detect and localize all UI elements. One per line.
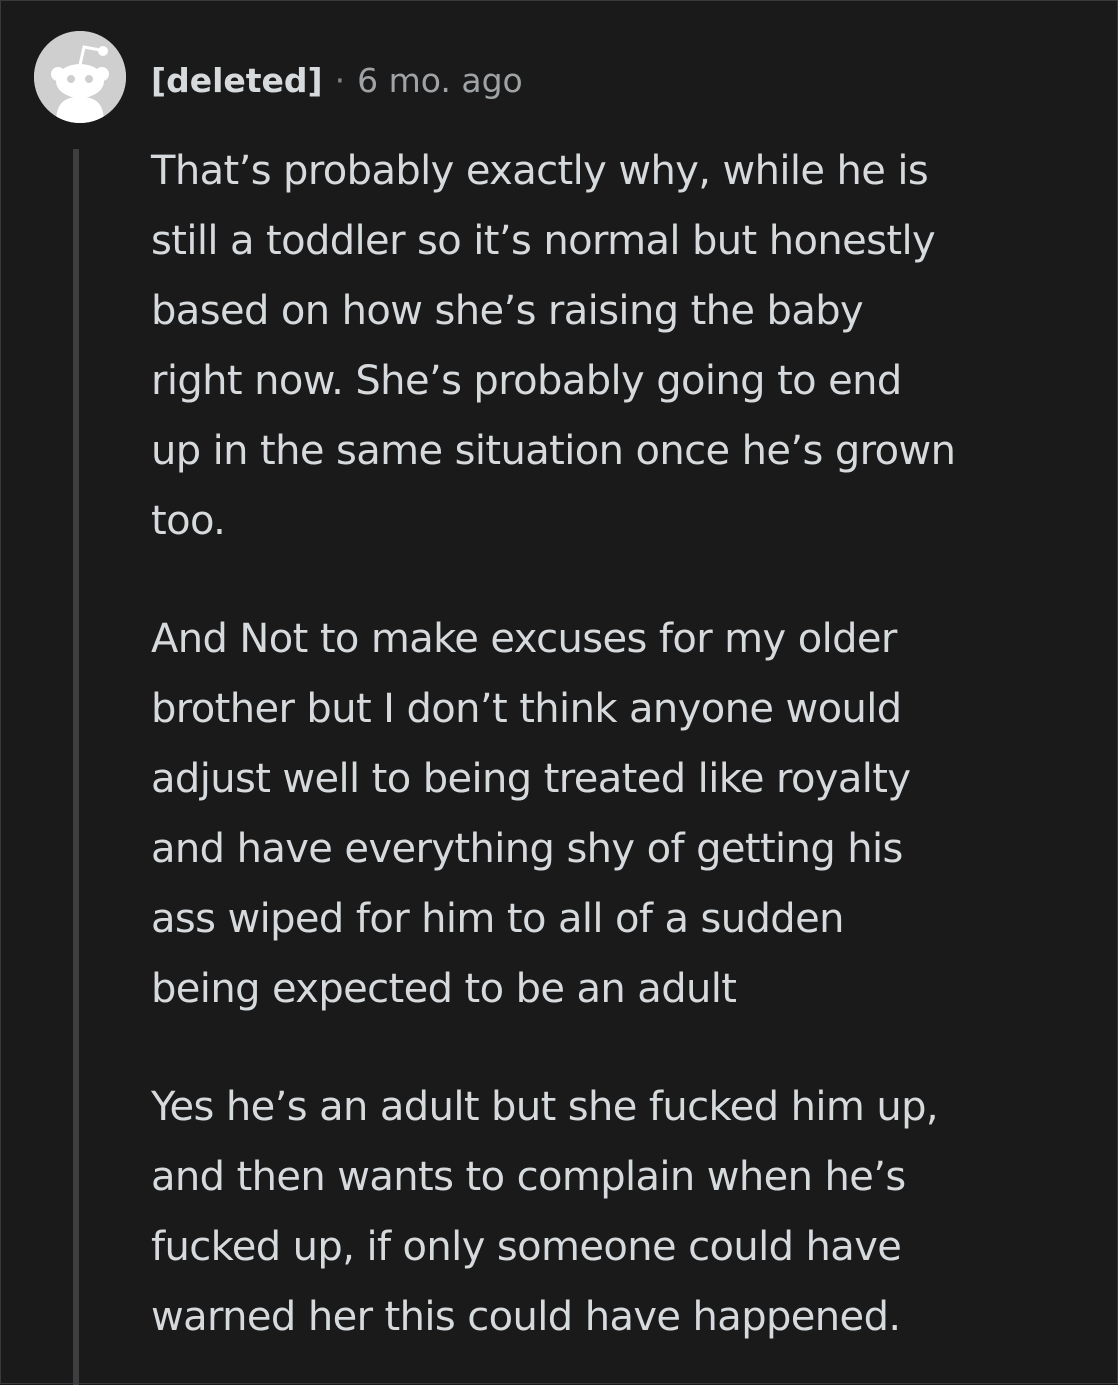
comment-body: That’s probably exactly why, while he is…: [151, 136, 1081, 1352]
comment-paragraph: That’s probably exactly why, while he is…: [151, 148, 956, 544]
comment-paragraph: Yes he’s an adult but she fucked him up,…: [151, 1084, 939, 1340]
avatar[interactable]: [34, 31, 126, 123]
comment-paragraph: And Not to make excuses for my older bro…: [151, 616, 911, 1012]
comment-card: [deleted] · 6 mo. ago That’s probably ex…: [0, 0, 1118, 1385]
thread-collapse-line[interactable]: [73, 149, 79, 1385]
comment-meta: [deleted] · 6 mo. ago: [151, 57, 523, 103]
meta-separator: ·: [334, 60, 346, 100]
author-username[interactable]: [deleted]: [151, 61, 323, 100]
reddit-snoo-icon: [34, 31, 126, 123]
comment-timestamp[interactable]: 6 mo. ago: [357, 61, 523, 100]
